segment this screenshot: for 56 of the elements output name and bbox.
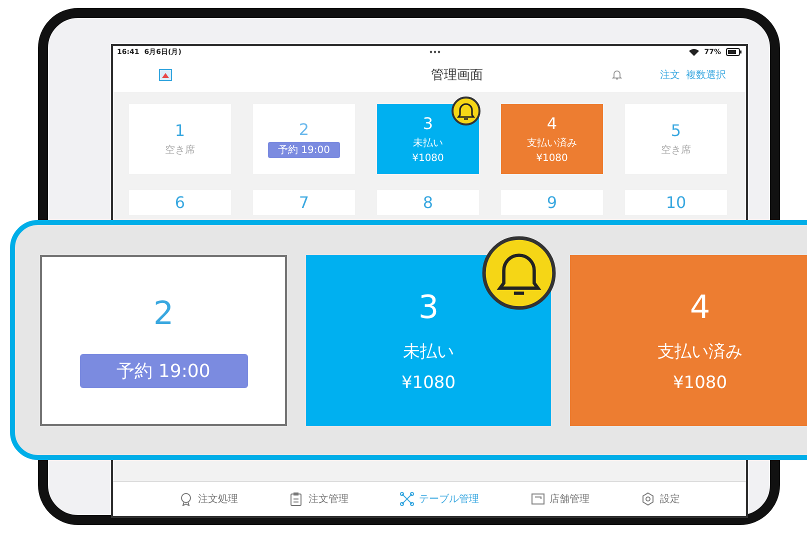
table-status: 未払い [403,341,454,363]
reservation-badge: 予約 19:00 [268,142,340,158]
dots-icon [429,50,442,54]
tab-item[interactable]: 注文管理 [289,492,348,506]
table-number: 2 [298,120,310,139]
tab-icon [400,492,414,506]
table-number: 1 [174,121,186,140]
table-card[interactable]: 3 未払い ¥1080 [306,255,551,426]
table-number: 9 [546,193,558,212]
tab-icon [530,492,545,506]
table-card[interactable]: 1 空き席 [129,104,231,174]
table-number: 5 [670,121,682,140]
table-card[interactable]: 7 [253,190,355,215]
table-price: ¥1080 [672,373,728,393]
tab-icon [178,492,193,506]
table-card[interactable]: 8 [377,190,479,215]
table-card[interactable]: 9 [501,190,603,215]
table-number: 2 [153,294,174,332]
tab-icon [289,492,304,506]
tab-icon [641,492,656,506]
reservation-badge: 予約 19:00 [80,354,248,388]
tab-item[interactable]: 店舗管理 [530,492,590,506]
table-card[interactable]: 3 未払い ¥1080 [377,104,479,174]
nav-link[interactable]: 複数選択 [686,68,726,82]
table-card[interactable]: 2 予約 19:00 [253,104,355,174]
bell-icon[interactable] [612,69,622,81]
table-number: 6 [174,193,186,212]
table-card[interactable]: 4 支払い済み ¥1080 [501,104,603,174]
tab-item[interactable]: テーブル管理 [400,492,479,506]
table-status: 支払い済み [527,136,577,150]
table-price: ¥1080 [401,373,456,393]
table-card[interactable]: 4 支払い済み ¥1080 [570,255,807,426]
wifi-icon [689,48,700,56]
table-number: 3 [422,114,434,133]
table-status: 未払い [413,136,443,150]
table-status: 空き席 [165,144,195,157]
table-number: 8 [422,193,434,212]
table-status: 支払い済み [658,341,742,363]
table-card[interactable]: 5 空き席 [625,104,727,174]
table-status: 空き席 [661,144,691,157]
table-price: ¥1080 [412,153,444,164]
battery-icon [726,48,742,56]
table-price: ¥1080 [536,153,568,164]
table-number: 4 [546,114,558,133]
table-number: 4 [690,288,710,326]
table-card[interactable]: 10 [625,190,727,215]
image-icon[interactable] [159,69,172,81]
table-number: 3 [418,288,439,326]
tab-item[interactable]: 注文処理 [178,492,238,506]
nav-link[interactable]: 注文 [660,68,680,82]
table-number: 10 [666,193,686,212]
table-card[interactable]: 6 [129,190,231,215]
tab-item[interactable]: 設定 [641,492,680,506]
table-card[interactable]: 2 予約 19:00 [40,255,287,426]
table-number: 7 [298,193,310,212]
screen-title: 管理画面 [430,67,484,84]
